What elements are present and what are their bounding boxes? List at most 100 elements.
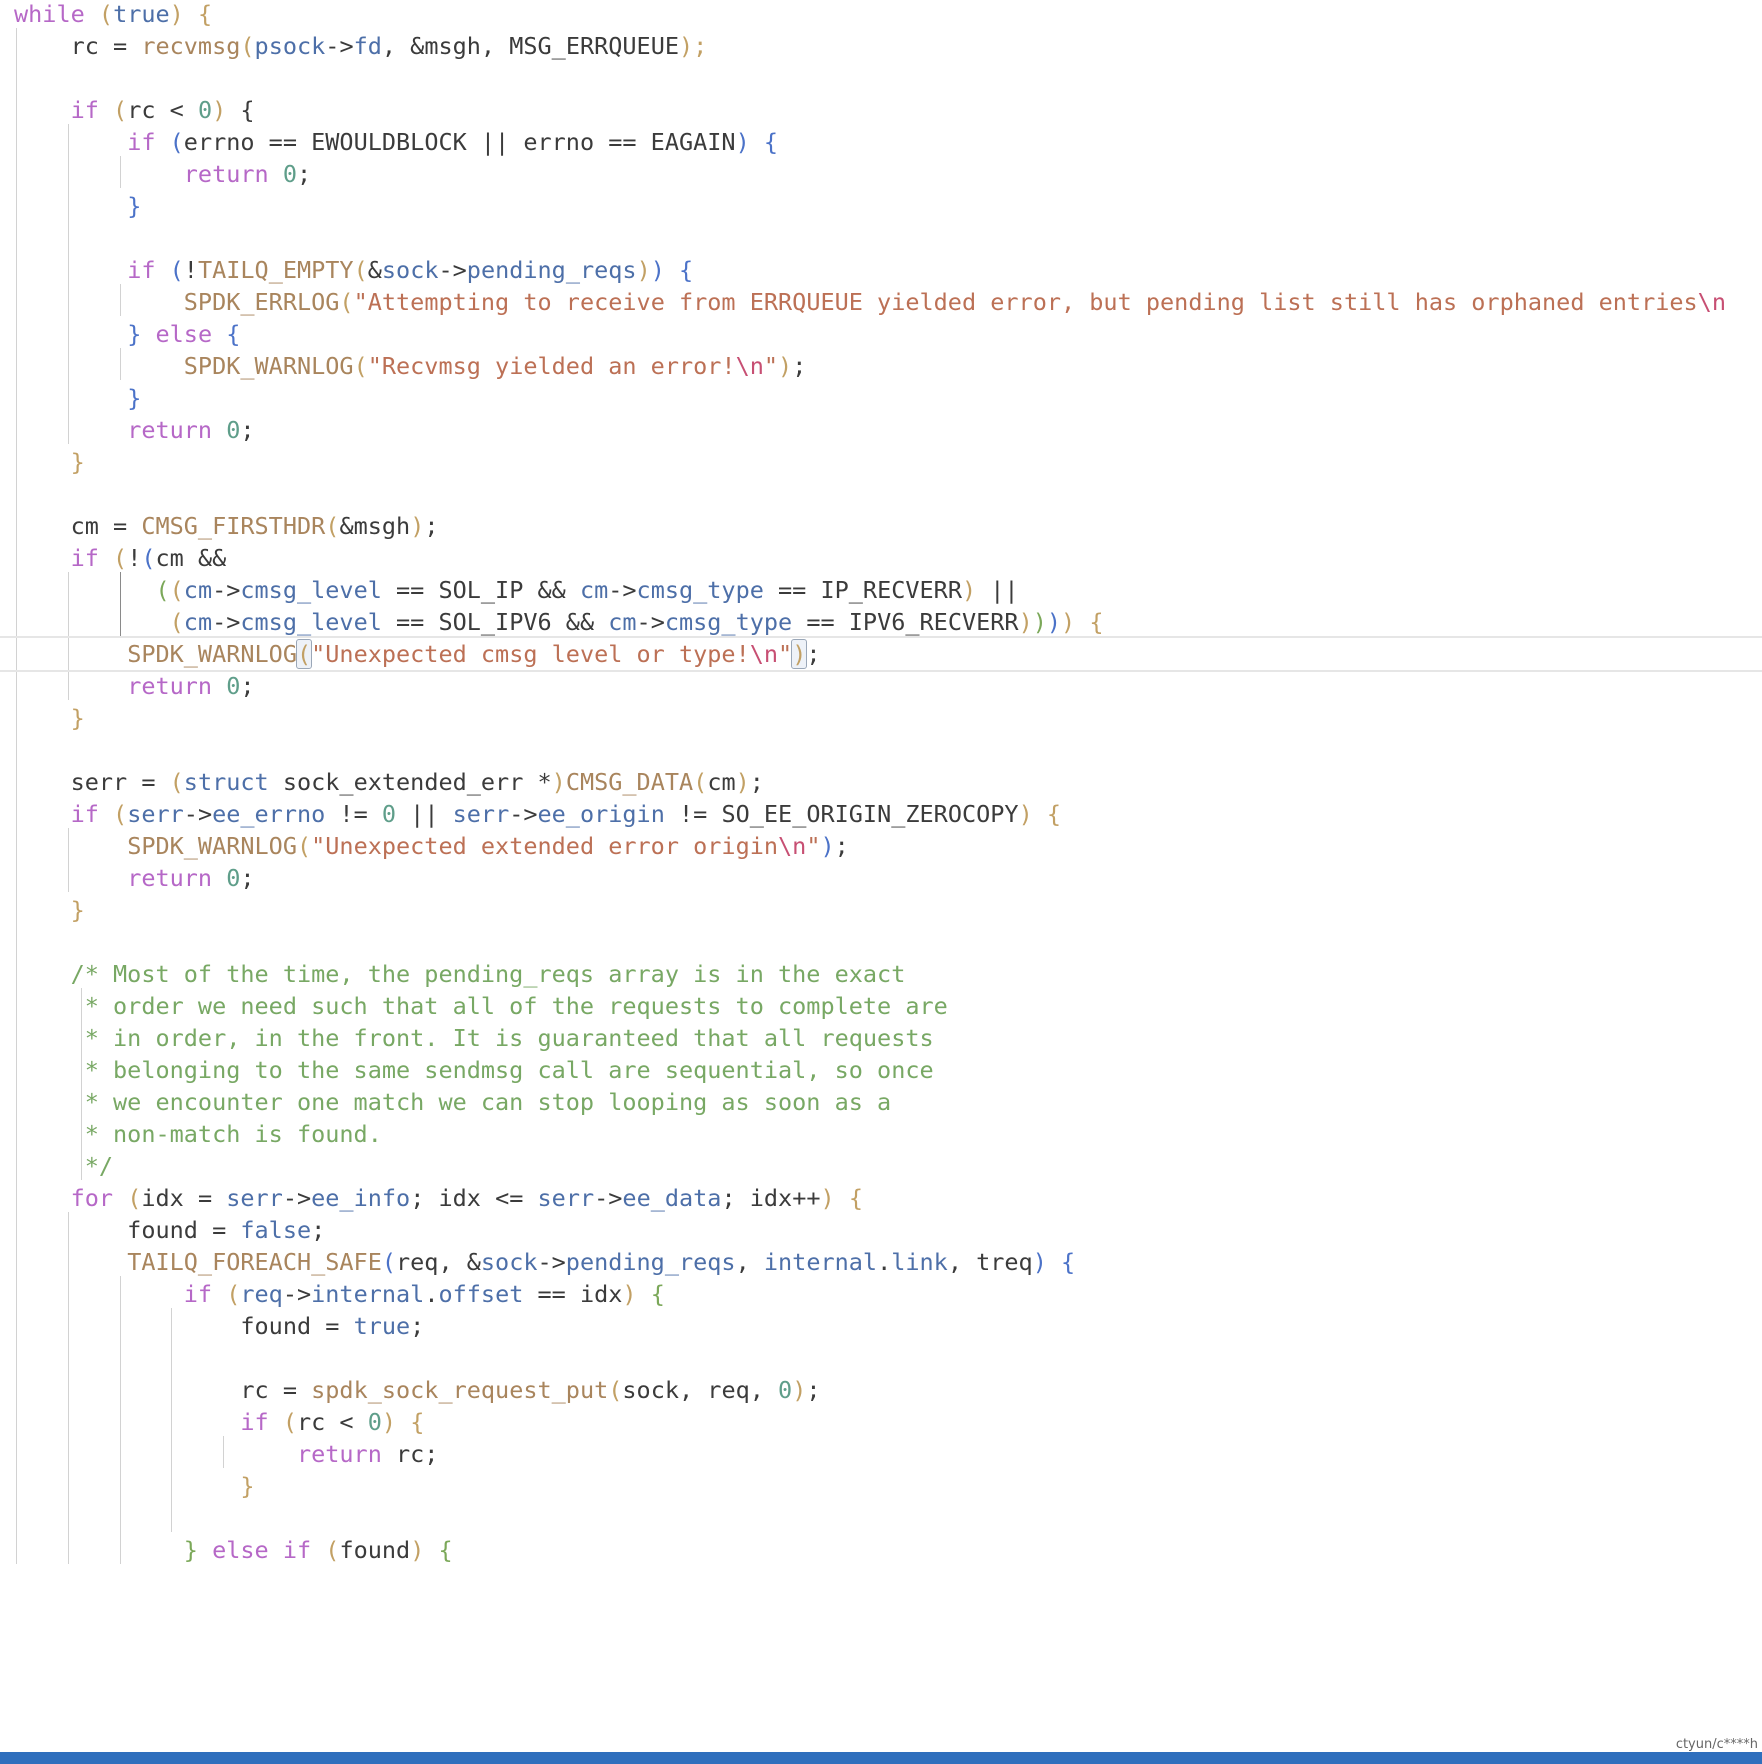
code-line[interactable] bbox=[0, 732, 14, 768]
code-line[interactable] bbox=[0, 476, 14, 512]
code-token: == idx bbox=[523, 1280, 623, 1308]
brace_blue-token: ( bbox=[381, 1248, 397, 1276]
code-editor[interactable]: while (true) { rc = recvmsg(psock->fd, &… bbox=[0, 0, 1762, 1752]
member-token: ee_errno bbox=[212, 800, 326, 828]
code-line[interactable]: } else { bbox=[0, 316, 240, 352]
code-line[interactable]: TAILQ_FOREACH_SAFE(req, &sock->pending_r… bbox=[0, 1244, 1075, 1280]
code-line[interactable]: } bbox=[0, 444, 85, 480]
code-line[interactable] bbox=[0, 924, 14, 960]
code-line[interactable]: } bbox=[0, 188, 141, 224]
code-line[interactable]: SPDK_WARNLOG("Unexpected extended error … bbox=[0, 828, 849, 864]
brace_blue-token: { bbox=[226, 320, 241, 348]
code-line[interactable]: if (rc < 0) { bbox=[0, 1404, 424, 1440]
code-line[interactable]: if (serr->ee_errno != 0 || serr->ee_orig… bbox=[0, 796, 1061, 832]
code-line[interactable]: for (idx = serr->ee_info; idx <= serr->e… bbox=[0, 1180, 863, 1216]
brace-token: { bbox=[834, 1184, 863, 1212]
code-line[interactable]: } bbox=[0, 700, 85, 736]
code-line[interactable]: /* Most of the time, the pending_reqs ar… bbox=[0, 956, 906, 992]
number-token: 0 bbox=[282, 160, 297, 188]
code-line[interactable] bbox=[0, 220, 14, 256]
code-token: ! bbox=[183, 256, 198, 284]
string-token: " bbox=[763, 352, 779, 380]
comment-token: * we encounter one match we can stop loo… bbox=[14, 1088, 892, 1116]
string-token: " bbox=[778, 640, 793, 668]
escape-token: \n bbox=[749, 640, 779, 668]
code-line[interactable] bbox=[0, 1500, 14, 1536]
code-line[interactable]: serr = (struct sock_extended_err *)CMSG_… bbox=[0, 764, 764, 800]
code-line[interactable]: if (!(cm && bbox=[0, 540, 227, 576]
code-line[interactable]: */ bbox=[0, 1148, 113, 1184]
code-line[interactable]: * non-match is found. bbox=[0, 1116, 382, 1152]
code-line[interactable]: if (!TAILQ_EMPTY(&sock->pending_reqs)) { bbox=[0, 252, 693, 288]
func-token: TAILQ_EMPTY bbox=[197, 256, 354, 284]
code-line[interactable]: found = false; bbox=[0, 1212, 325, 1248]
code-line[interactable]: SPDK_WARNLOG("Recvmsg yielded an error!\… bbox=[0, 348, 807, 384]
code-token: != SO_EE_ORIGIN_ZEROCOPY bbox=[664, 800, 1019, 828]
code-line[interactable] bbox=[0, 1340, 14, 1376]
paren-token: ) bbox=[792, 1376, 807, 1404]
code-line[interactable]: SPDK_ERRLOG("Attempting to receive from … bbox=[0, 284, 1726, 320]
code-line[interactable] bbox=[0, 60, 14, 96]
code-line[interactable]: if (rc < 0) { bbox=[0, 92, 255, 128]
code-line[interactable]: (cm->cmsg_level == SOL_IPV6 && cm->cmsg_… bbox=[0, 604, 1104, 640]
code-token: || bbox=[396, 800, 453, 828]
code-line[interactable]: return 0; bbox=[0, 412, 254, 448]
code-token: . bbox=[424, 1280, 439, 1308]
brace_blue-token: ) bbox=[1046, 608, 1062, 636]
code-line[interactable]: rc = spdk_sock_request_put(sock, req, 0)… bbox=[0, 1372, 820, 1408]
code-line[interactable]: * in order, in the front. It is guarante… bbox=[0, 1020, 934, 1056]
code-line[interactable]: * we encounter one match we can stop loo… bbox=[0, 1084, 891, 1120]
code-line[interactable]: rc = recvmsg(psock->fd, &msgh, MSG_ERRQU… bbox=[0, 28, 708, 64]
code-line[interactable]: return 0; bbox=[0, 860, 254, 896]
code-line[interactable]: return rc; bbox=[0, 1436, 438, 1472]
code-token: errno == EWOULDBLOCK || errno == EAGAIN bbox=[183, 128, 736, 156]
code-line[interactable]: found = true; bbox=[0, 1308, 424, 1344]
code-line[interactable]: return 0; bbox=[0, 668, 254, 704]
code-line[interactable]: if (req->internal.offset == idx) { bbox=[0, 1276, 665, 1312]
code-line[interactable]: } bbox=[0, 892, 85, 928]
code-line[interactable]: } else if (found) { bbox=[0, 1532, 453, 1568]
member-token: pending_reqs bbox=[466, 256, 637, 284]
code-token: found bbox=[339, 1536, 411, 1564]
number-token: 0 bbox=[226, 672, 241, 700]
code-line[interactable]: * belonging to the same sendmsg call are… bbox=[0, 1052, 934, 1088]
code-token: ; bbox=[410, 1312, 425, 1340]
paren-token: ) bbox=[778, 352, 793, 380]
brace_blue-token: ( bbox=[141, 544, 156, 572]
brace_blue-token: } bbox=[127, 192, 142, 220]
code-line[interactable]: } bbox=[0, 380, 141, 416]
func-token: CMSG_DATA bbox=[565, 768, 694, 796]
code-line[interactable]: return 0; bbox=[0, 156, 311, 192]
member-token: serr bbox=[537, 1184, 595, 1212]
member-token: req bbox=[240, 1280, 283, 1308]
code-line[interactable]: cm = CMSG_FIRSTHDR(&msgh); bbox=[0, 508, 439, 544]
code-line[interactable]: * order we need such that all of the req… bbox=[0, 988, 948, 1024]
brace_blue-token: { bbox=[679, 256, 694, 284]
paren-token: ( bbox=[295, 639, 313, 669]
code-line[interactable]: SPDK_WARNLOG("Unexpected cmsg level or t… bbox=[0, 636, 1762, 672]
paren-token: ) bbox=[735, 768, 750, 796]
string-token: "Attempting to receive from ERRQUEUE yie… bbox=[353, 288, 1698, 316]
code-line[interactable]: ((cm->cmsg_level == SOL_IP && cm->cmsg_t… bbox=[0, 572, 1018, 608]
code-line[interactable]: if (errno == EWOULDBLOCK || errno == EAG… bbox=[0, 124, 778, 160]
string-token: "Unexpected cmsg level or type! bbox=[311, 640, 750, 668]
code-line[interactable]: } bbox=[0, 1468, 254, 1504]
